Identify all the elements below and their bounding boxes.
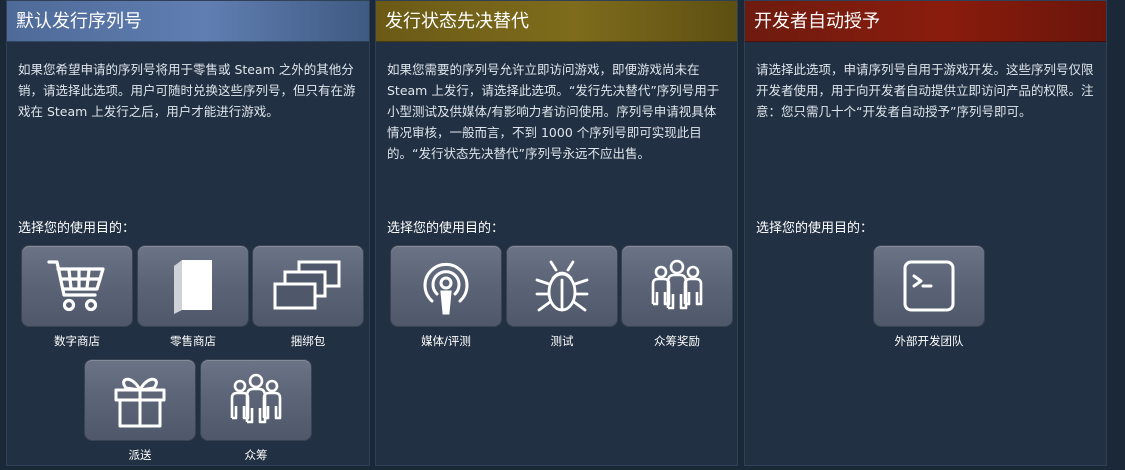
option-label: 众筹 [244,448,268,462]
option-label: 众筹奖励 [654,334,700,348]
panel-description: 如果您需要的序列号允许立即访问游戏，即便游戏尚未在 Steam 上发行，请选择此… [387,62,720,161]
option-giveaway[interactable]: 派送 [84,359,196,463]
option-retail-store[interactable]: 零售商店 [137,245,249,349]
option-label: 测试 [550,334,574,348]
option-label: 外部开发团队 [894,334,964,348]
option-button[interactable] [21,245,133,327]
option-button[interactable] [200,359,312,441]
panel-description: 如果您希望申请的序列号将用于零售或 Steam 之外的其他分销，请选择此选项。用… [18,62,356,119]
shopping-cart-icon [45,257,109,315]
option-button[interactable] [390,245,502,327]
option-testing[interactable]: 测试 [506,245,618,349]
developer-comp-panel: 开发者自动授予 请选择此选项，申请序列号自用于游戏开发。这些序列号仅限开发者使用… [744,0,1107,466]
option-button[interactable] [621,245,733,327]
bug-icon [531,256,593,316]
option-crowdfunding[interactable]: 众筹 [200,359,312,463]
panel-title: 默认发行序列号 [7,1,369,42]
crowd-icon [647,258,707,314]
option-button[interactable] [137,245,249,327]
podcast-icon [416,255,476,317]
purpose-prompt: 选择您的使用目的： [18,221,136,236]
terminal-icon [901,258,957,314]
option-external-dev-team[interactable]: 外部开发团队 [873,245,985,349]
option-crowdfunding-reward[interactable]: 众筹奖励 [621,245,733,349]
option-label: 数字商店 [54,334,100,348]
panel-description: 请选择此选项，申请序列号自用于游戏开发。这些序列号仅限开发者使用，用于向开发者自… [756,62,1094,119]
gift-icon [110,370,170,430]
option-label: 零售商店 [170,334,216,348]
panel-title: 开发者自动授予 [745,1,1106,42]
option-label: 媒体/评测 [421,334,471,348]
option-button[interactable] [84,359,196,441]
option-digital-store[interactable]: 数字商店 [21,245,133,349]
panel-title: 发行状态先决替代 [376,1,737,42]
default-release-panel: 默认发行序列号 如果您希望申请的序列号将用于零售或 Steam 之外的其他分销，… [6,0,370,466]
option-label: 派送 [128,448,152,462]
purpose-prompt: 选择您的使用目的： [387,221,505,236]
crowd-icon [226,372,286,428]
option-media-review[interactable]: 媒体/评测 [390,245,502,349]
purpose-prompt: 选择您的使用目的： [756,221,874,236]
retail-box-icon [168,256,218,316]
bundle-icon [271,258,345,314]
option-bundle[interactable]: 捆绑包 [252,245,364,349]
release-override-panel: 发行状态先决替代 如果您需要的序列号允许立即访问游戏，即便游戏尚未在 Steam… [375,0,738,466]
option-button[interactable] [873,245,985,327]
option-label: 捆绑包 [290,334,326,348]
option-button[interactable] [252,245,364,327]
option-button[interactable] [506,245,618,327]
